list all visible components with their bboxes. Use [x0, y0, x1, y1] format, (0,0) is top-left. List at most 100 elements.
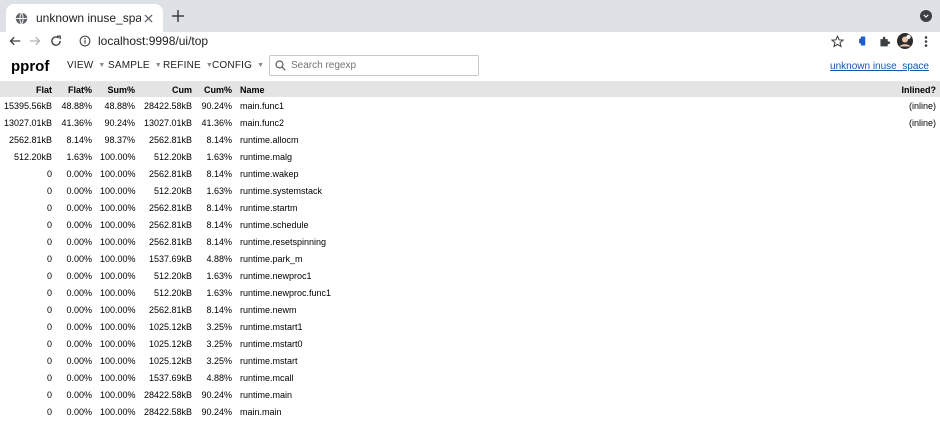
table-body: 15395.56kB 48.88% 48.88% 28422.58kB 90.24% ma… [0, 97, 940, 420]
cell-flat: 0 [46, 372, 52, 383]
table-row[interactable]: 13027.01kB 41.36% 90.24% 13027.01kB 41.36% ma… [0, 114, 940, 131]
address-bar[interactable]: localhost:9998/ui/top [72, 32, 854, 50]
avatar[interactable] [897, 33, 913, 49]
column-header-flat-percent[interactable]: Flat% [56, 82, 96, 97]
table-row[interactable]: 0 0.00% 100.00% 1537.69kB 4.88% runtime.park_… [0, 250, 940, 267]
column-header-inlined[interactable]: Inlined? [895, 82, 940, 97]
cell-cum-percent: 8.14% [206, 219, 232, 230]
cell-flat-percent: 41.36% [61, 117, 92, 128]
table-row[interactable]: 0 0.00% 100.00% 28422.58kB 90.24% main.main [0, 403, 940, 420]
cell-cum: 28422.58kB [143, 389, 192, 400]
cell-inlined [895, 233, 940, 250]
password-manager-icon[interactable] [855, 33, 871, 49]
table-row[interactable]: 0 0.00% 100.00% 1025.12kB 3.25% runtime.mstar… [0, 318, 940, 335]
table-row[interactable]: 0 0.00% 100.00% 2562.81kB 8.14% runtime.newm [0, 301, 940, 318]
browser-tab-strip: unknown inuse_space [0, 0, 940, 32]
cell-flat-percent: 48.88% [61, 100, 92, 111]
table-row[interactable]: 0 0.00% 100.00% 2562.81kB 8.14% runtime.reset… [0, 233, 940, 250]
cell-sum-percent: 100.00% [100, 372, 136, 383]
cell-cum-percent: 4.88% [206, 253, 232, 264]
cell-flat-percent: 0.00% [66, 202, 92, 213]
menu-refine[interactable]: REFINE ▼ [163, 60, 213, 71]
menu-sample[interactable]: SAMPLE ▼ [108, 60, 162, 71]
cell-flat: 0 [46, 287, 52, 298]
column-header-sum-percent[interactable]: Sum% [96, 82, 139, 97]
cell-cum: 1025.12kB [148, 338, 192, 349]
cell-sum-percent: 100.00% [100, 389, 136, 400]
cell-flat-percent: 0.00% [66, 389, 92, 400]
menu-refine-label: REFINE [163, 60, 201, 71]
table-row[interactable]: 0 0.00% 100.00% 2562.81kB 8.14% runtime.sched… [0, 216, 940, 233]
cell-name: runtime.systemstack [240, 185, 323, 196]
url-text: localhost:9998/ui/top [98, 34, 209, 48]
browser-toolbar: localhost:9998/ui/top [0, 32, 940, 50]
cell-cum: 1025.12kB [148, 355, 192, 366]
table-row[interactable]: 0 0.00% 100.00% 1025.12kB 3.25% runtime.mstar… [0, 352, 940, 369]
cell-cum-percent: 8.14% [206, 236, 232, 247]
menu-view[interactable]: VIEW ▼ [67, 60, 106, 71]
cell-cum: 13027.01kB [143, 117, 192, 128]
cell-flat: 0 [46, 219, 52, 230]
profile-title-link[interactable]: unknown inuse_space [830, 61, 929, 72]
menu-config-label: CONFIG [212, 60, 253, 71]
cell-inlined [895, 352, 940, 369]
cell-flat-percent: 0.00% [66, 270, 92, 281]
tab-search-icon[interactable] [920, 10, 932, 22]
forward-arrow-icon[interactable] [26, 32, 44, 50]
cell-cum: 2562.81kB [148, 168, 192, 179]
cell-flat: 0 [46, 185, 52, 196]
cell-cum-percent: 1.63% [206, 270, 232, 281]
star-icon[interactable] [829, 33, 845, 49]
info-icon[interactable] [78, 34, 92, 48]
search-box[interactable] [269, 55, 479, 76]
column-header-flat[interactable]: Flat [0, 82, 56, 97]
back-arrow-icon[interactable] [6, 32, 24, 50]
table-row[interactable]: 0 0.00% 100.00% 2562.81kB 8.14% runtime.start… [0, 199, 940, 216]
pprof-header: pprof VIEW▼ SAMPLE▼ REFINE▼ CONFIG▼ unkn… [0, 50, 940, 82]
table-row[interactable]: 15395.56kB 48.88% 48.88% 28422.58kB 90.24% ma… [0, 97, 940, 114]
cell-name: runtime.newproc1 [240, 270, 312, 281]
table-row[interactable]: 0 0.00% 100.00% 1025.12kB 3.25% runtime.mstar… [0, 335, 940, 352]
top-table: Flat Flat% Sum% Cum Cum% Name Inlined? 1… [0, 82, 940, 420]
plus-icon[interactable] [168, 6, 188, 26]
cell-cum: 512.20kB [153, 287, 192, 298]
cell-inlined [895, 165, 940, 182]
cell-cum: 2562.81kB [148, 304, 192, 315]
table-row[interactable]: 2562.81kB 8.14% 98.37% 2562.81kB 8.14% runtim… [0, 131, 940, 148]
cell-cum-percent: 8.14% [206, 168, 232, 179]
table-row[interactable]: 0 0.00% 100.00% 2562.81kB 8.14% runtime.wakep [0, 165, 940, 182]
cell-flat-percent: 0.00% [66, 236, 92, 247]
cell-flat-percent: 8.14% [66, 134, 92, 145]
column-header-name[interactable]: Name [236, 82, 895, 97]
table-row[interactable]: 0 0.00% 100.00% 1537.69kB 4.88% runtime.mcall [0, 369, 940, 386]
cell-flat-percent: 0.00% [66, 372, 92, 383]
cell-flat-percent: 0.00% [66, 219, 92, 230]
close-icon[interactable] [141, 11, 155, 25]
cell-flat-percent: 0.00% [66, 406, 92, 417]
cell-name: runtime.wakep [240, 168, 299, 179]
caret-down-icon: ▼ [98, 62, 106, 69]
kebab-menu-icon[interactable] [918, 33, 934, 49]
cell-flat-percent: 1.63% [66, 151, 92, 162]
puzzle-icon[interactable] [876, 33, 892, 49]
search-input[interactable] [291, 60, 471, 71]
reload-icon[interactable] [47, 32, 65, 50]
cell-inlined [895, 182, 940, 199]
cell-flat: 13027.01kB [4, 117, 53, 128]
cell-flat-percent: 0.00% [66, 321, 92, 332]
table-row[interactable]: 0 0.00% 100.00% 512.20kB 1.63% runtime.newpro… [0, 267, 940, 284]
cell-cum: 2562.81kB [148, 202, 192, 213]
column-header-cum[interactable]: Cum [139, 82, 196, 97]
cell-sum-percent: 100.00% [100, 168, 136, 179]
table-row[interactable]: 0 0.00% 100.00% 512.20kB 1.63% runtime.system… [0, 182, 940, 199]
cell-inlined [895, 403, 940, 420]
table-row[interactable]: 0 0.00% 100.00% 512.20kB 1.63% runtime.newpro… [0, 284, 940, 301]
table-row[interactable]: 0 0.00% 100.00% 28422.58kB 90.24% runtime.mai… [0, 386, 940, 403]
cell-name: runtime.mstart1 [240, 321, 303, 332]
table-header-row: Flat Flat% Sum% Cum Cum% Name Inlined? [0, 82, 940, 97]
column-header-cum-percent[interactable]: Cum% [196, 82, 236, 97]
menu-config[interactable]: CONFIG ▼ [212, 60, 264, 71]
cell-sum-percent: 100.00% [100, 338, 136, 349]
browser-tab[interactable]: unknown inuse_space [6, 4, 163, 32]
table-row[interactable]: 512.20kB 1.63% 100.00% 512.20kB 1.63% runtime… [0, 148, 940, 165]
